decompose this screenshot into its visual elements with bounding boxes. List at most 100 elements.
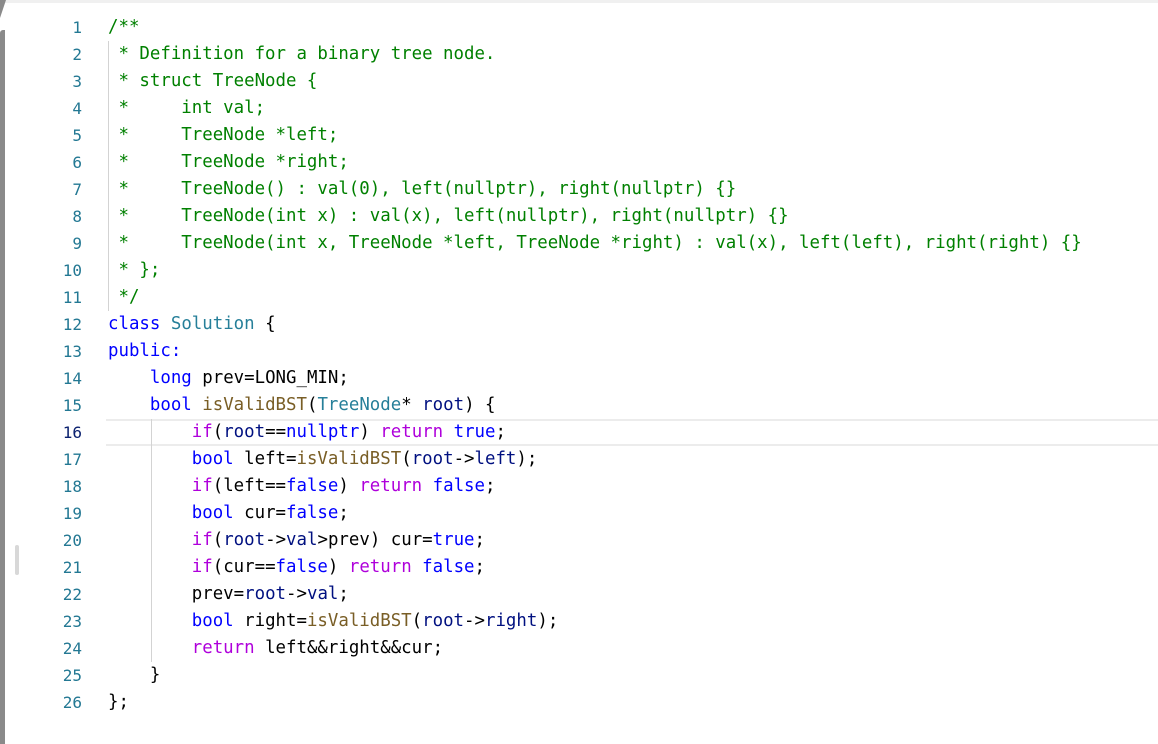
code-token: */ <box>108 287 140 307</box>
code-token: return <box>359 476 423 496</box>
code-token: if <box>191 530 213 550</box>
code-token: ; <box>485 476 496 496</box>
code-token: * int val; <box>108 98 266 118</box>
code-line[interactable]: 11 */ <box>0 284 1158 311</box>
code-token: (cur== <box>212 557 276 577</box>
code-line[interactable]: 6 * TreeNode *right; <box>0 149 1158 176</box>
code-line[interactable]: 8 * TreeNode(int x) : val(x), left(nullp… <box>0 203 1158 230</box>
code-line[interactable]: 5 * TreeNode *left; <box>0 122 1158 149</box>
line-number: 8 <box>72 207 82 226</box>
code-text: bool cur=false; <box>108 500 349 527</box>
code-token: { <box>254 314 276 334</box>
code-token: val <box>286 530 318 550</box>
code-text: }; <box>108 689 129 716</box>
code-line[interactable]: 15 bool isValidBST(TreeNode* root) { <box>0 392 1158 419</box>
code-token: * <box>401 395 423 415</box>
code-token: left= <box>233 449 297 469</box>
code-token: -> <box>265 530 287 550</box>
code-token: true <box>432 530 475 550</box>
code-text: * Definition for a binary tree node. <box>108 41 495 68</box>
line-number: 7 <box>72 180 82 199</box>
code-line[interactable]: 26}; <box>0 689 1158 716</box>
line-number: 22 <box>62 585 82 604</box>
code-token: prev= <box>108 584 245 604</box>
code-text: * }; <box>108 257 160 284</box>
top-border <box>0 0 1158 3</box>
code-text: * TreeNode *right; <box>108 149 348 176</box>
code-token: root <box>422 395 465 415</box>
code-token: class <box>108 314 161 334</box>
code-line[interactable]: 16 if(root==nullptr) return true; <box>0 419 1158 446</box>
code-token: left&&right&&cur; <box>254 638 444 658</box>
line-number: 20 <box>62 531 82 550</box>
line-number: 4 <box>72 99 82 118</box>
code-line[interactable]: 10 * }; <box>0 257 1158 284</box>
code-token: root <box>411 449 454 469</box>
code-text: * struct TreeNode { <box>108 68 317 95</box>
code-line[interactable]: 13 public: <box>0 338 1158 365</box>
code-token: return <box>380 422 444 442</box>
code-token: root <box>422 611 465 631</box>
code-line[interactable]: 1 /** <box>0 14 1158 41</box>
code-line[interactable]: 23 bool right=isValidBST(root->right); <box>0 608 1158 635</box>
code-token: ( <box>306 395 318 415</box>
code-line[interactable]: 17 bool left=isValidBST(root->left); <box>0 446 1158 473</box>
code-token: ); <box>516 449 538 469</box>
code-line[interactable]: 4 * int val; <box>0 95 1158 122</box>
code-line[interactable]: 24 return left&&right&&cur; <box>0 635 1158 662</box>
code-line[interactable]: 18 if(left==false) return false; <box>0 473 1158 500</box>
code-token: ; <box>338 503 349 523</box>
code-token: nullptr <box>286 422 360 442</box>
code-line[interactable]: 7 * TreeNode() : val(0), left(nullptr), … <box>0 176 1158 203</box>
code-token: ( <box>212 530 224 550</box>
code-text: if(root==nullptr) return true; <box>108 419 506 446</box>
code-token: long <box>149 368 192 388</box>
code-token: * TreeNode(int x, TreeNode *left, TreeNo… <box>108 233 1082 253</box>
code-token: isValidBST <box>306 611 412 631</box>
code-token: bool <box>191 449 234 469</box>
code-token: public: <box>108 341 182 361</box>
code-token: Solution <box>170 314 255 334</box>
code-line[interactable]: 9 * TreeNode(int x, TreeNode *left, Tree… <box>0 230 1158 257</box>
code-line[interactable]: 19 bool cur=false; <box>0 500 1158 527</box>
code-token: * }; <box>108 260 161 280</box>
code-text: * TreeNode(int x) : val(x), left(nullptr… <box>108 203 788 230</box>
code-token: >prev) cur= <box>317 530 433 550</box>
code-line[interactable]: 12 class Solution { <box>0 311 1158 338</box>
code-token: right= <box>233 611 307 631</box>
code-line[interactable]: 14 long prev=LONG_MIN; <box>0 365 1158 392</box>
code-token: root <box>244 584 287 604</box>
code-token: false <box>422 557 475 577</box>
code-text: * int val; <box>108 95 265 122</box>
code-text: if(left==false) return false; <box>108 473 496 500</box>
code-token: bool <box>191 611 234 631</box>
code-line[interactable]: 20 if(root->val>prev) cur=true; <box>0 527 1158 554</box>
line-number: 26 <box>62 693 82 712</box>
code-text: bool right=isValidBST(root->right); <box>108 608 559 635</box>
code-line[interactable]: 22 prev=root->val; <box>0 581 1158 608</box>
code-line[interactable]: 25 } <box>0 662 1158 689</box>
code-token: TreeNode <box>317 395 402 415</box>
code-line[interactable]: 2 * Definition for a binary tree node. <box>0 41 1158 68</box>
code-token: val <box>306 584 339 604</box>
code-editor[interactable]: 1 /** 2 * Definition for a binary tree nod… <box>0 14 1158 716</box>
line-number: 19 <box>62 504 82 523</box>
code-token: == <box>265 422 287 442</box>
code-token: false <box>286 476 339 496</box>
code-line[interactable]: 21 if(cur==false) return false; <box>0 554 1158 581</box>
code-token: -> <box>464 611 485 631</box>
line-number: 3 <box>72 72 82 91</box>
code-line[interactable]: 3 * struct TreeNode { <box>0 68 1158 95</box>
code-token: isValidBST <box>202 395 307 415</box>
line-number: 13 <box>62 342 82 361</box>
code-token: ( <box>212 422 224 442</box>
